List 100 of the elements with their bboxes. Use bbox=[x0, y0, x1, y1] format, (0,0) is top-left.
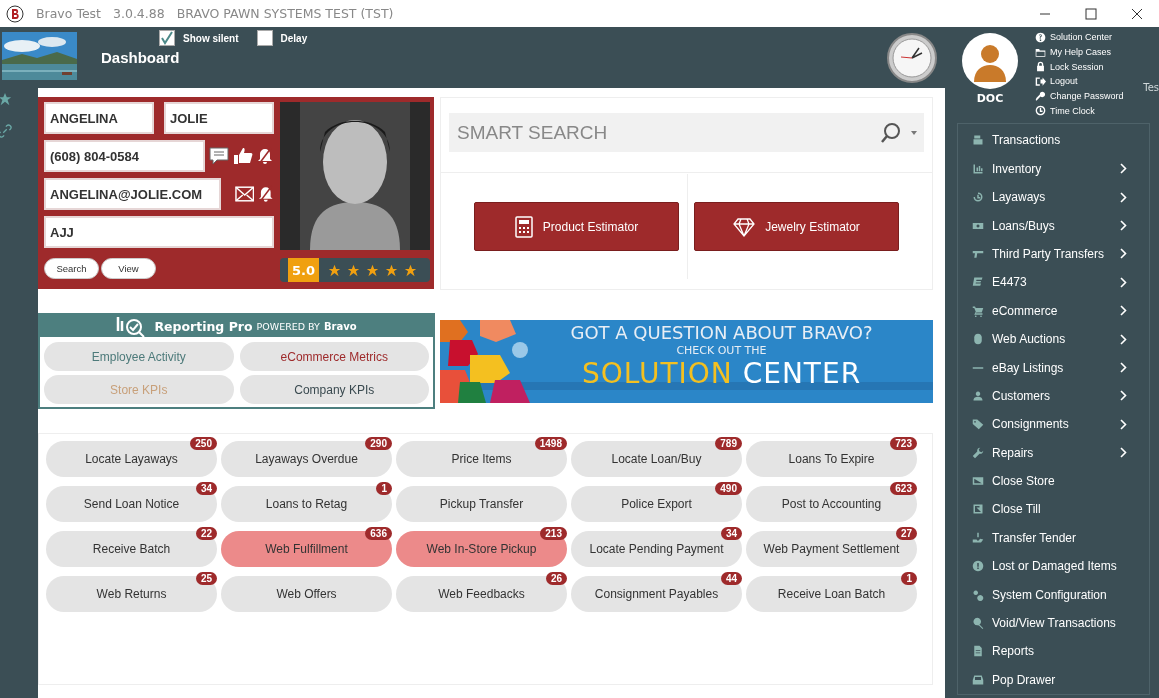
last-name-field[interactable]: JOLIE bbox=[164, 102, 274, 134]
app-logo-icon bbox=[6, 4, 24, 23]
star-icon bbox=[404, 263, 418, 277]
report-button[interactable]: Employee Activity bbox=[44, 342, 234, 371]
logout-icon bbox=[1035, 75, 1046, 87]
document-icon bbox=[972, 645, 984, 658]
user-menu-link[interactable]: Time Clock bbox=[1035, 103, 1124, 119]
star-icon bbox=[366, 263, 380, 277]
count-badge: 250 bbox=[190, 437, 217, 450]
menu-item[interactable]: Void/View Transactions bbox=[958, 608, 1149, 638]
drawer-icon bbox=[972, 673, 984, 686]
product-estimator-button[interactable]: Product Estimator bbox=[474, 202, 679, 251]
clock-icon bbox=[887, 32, 937, 83]
user-menu-link[interactable]: My Help Cases bbox=[1035, 44, 1124, 60]
muted-bell-icon[interactable] bbox=[258, 185, 274, 203]
banner-headline: GOT A QUESTION ABOUT BRAVO? bbox=[570, 322, 873, 344]
task-button[interactable]: Pickup Transfer bbox=[396, 486, 567, 522]
count-badge: 213 bbox=[540, 527, 567, 540]
menu-item[interactable]: Layaways bbox=[958, 182, 1149, 212]
search-button[interactable]: Search bbox=[44, 258, 99, 279]
initials-field[interactable]: AJJ bbox=[44, 216, 274, 248]
phone-field[interactable]: (608) 804-0584 bbox=[44, 140, 205, 172]
menu-item[interactable]: Transactions bbox=[958, 126, 1149, 155]
menu-item[interactable]: Third Party Transfers bbox=[958, 239, 1149, 269]
star-icon[interactable] bbox=[0, 92, 12, 106]
smart-search-field[interactable]: SMART SEARCH bbox=[455, 120, 872, 145]
question-icon bbox=[1035, 31, 1046, 43]
rating-score: 5.0 bbox=[288, 258, 320, 282]
till-icon bbox=[972, 503, 984, 516]
task-button[interactable]: Web Offers bbox=[221, 576, 392, 612]
menu-item[interactable]: Customers bbox=[958, 381, 1149, 411]
menu-item[interactable]: Loans/Buys bbox=[958, 211, 1149, 240]
muted-bell-icon[interactable] bbox=[257, 147, 273, 165]
store-icon bbox=[972, 475, 984, 488]
count-badge: 636 bbox=[365, 527, 392, 540]
wrench-icon bbox=[972, 446, 984, 459]
alert-icon bbox=[972, 560, 984, 573]
count-badge: 1 bbox=[376, 482, 392, 495]
menu-item[interactable]: eBay Listings bbox=[958, 353, 1149, 382]
menu-item[interactable]: System Configuration bbox=[958, 580, 1149, 609]
count-badge: 26 bbox=[545, 572, 567, 585]
user-menu-link[interactable]: Logout bbox=[1035, 74, 1124, 89]
user-menu-link[interactable]: Solution Center bbox=[1035, 30, 1124, 45]
count-badge: 623 bbox=[890, 482, 917, 495]
menu-item[interactable]: Close Till bbox=[958, 495, 1149, 524]
key-icon bbox=[1035, 90, 1046, 102]
star-icon bbox=[328, 263, 342, 277]
menu-item[interactable]: Reports bbox=[958, 637, 1149, 666]
count-badge: 723 bbox=[890, 437, 917, 450]
cart-icon bbox=[972, 304, 984, 317]
search-field[interactable]: SMART SEARCH bbox=[449, 113, 924, 152]
page-title: Dashboard bbox=[101, 49, 181, 66]
report-button[interactable]: Company KPIs bbox=[239, 375, 429, 404]
report-button[interactable]: eCommerce Metrics bbox=[239, 342, 429, 371]
menu-item[interactable]: eCommerce bbox=[958, 296, 1149, 325]
star-icon bbox=[385, 263, 399, 277]
chart-icon bbox=[972, 162, 984, 175]
thumbs-up-icon[interactable] bbox=[233, 147, 253, 165]
first-name-field[interactable]: ANGELINA bbox=[44, 102, 154, 134]
envelope-icon[interactable] bbox=[235, 186, 255, 202]
register-icon bbox=[972, 134, 984, 147]
menu-item[interactable]: Close Store bbox=[958, 466, 1149, 496]
user-menu-link[interactable]: Change Password bbox=[1035, 88, 1124, 104]
email-field[interactable]: ANGELINA@JOLIE.COM bbox=[44, 178, 222, 210]
view-button[interactable]: View bbox=[101, 258, 156, 279]
solution-center-banner[interactable]: GOT A QUESTION ABOUT BRAVO? CHECK OUT THE SOLUTION CENTER bbox=[440, 320, 933, 403]
menu-item[interactable]: Transfer Tender bbox=[958, 523, 1149, 553]
checkbox-label: Delay bbox=[280, 32, 308, 44]
maximize-icon[interactable] bbox=[1085, 7, 1097, 20]
user-menu-link[interactable]: Lock Session bbox=[1035, 59, 1124, 75]
menu-item[interactable]: Consignments bbox=[958, 410, 1149, 439]
close-icon[interactable] bbox=[1131, 7, 1143, 20]
caret-icon[interactable] bbox=[910, 129, 918, 136]
checkbox[interactable] bbox=[256, 30, 273, 46]
calculator-icon bbox=[514, 215, 533, 238]
menu-item[interactable]: Inventory bbox=[958, 154, 1149, 183]
link-icon[interactable] bbox=[0, 124, 12, 138]
message-icon[interactable] bbox=[209, 147, 229, 165]
menu-item[interactable]: Web Auctions bbox=[958, 324, 1149, 354]
search-icon[interactable] bbox=[880, 121, 902, 144]
count-badge: 44 bbox=[720, 572, 742, 585]
window-title: Bravo Test bbox=[36, 6, 101, 21]
menu-item[interactable]: Pop Drawer bbox=[958, 665, 1149, 694]
count-badge: 490 bbox=[715, 482, 742, 495]
search-icon bbox=[972, 617, 984, 629]
count-badge: 27 bbox=[895, 527, 917, 540]
checkbox[interactable] bbox=[159, 30, 175, 46]
jewelry-estimator-button[interactable]: Jewelry Estimator bbox=[694, 202, 899, 251]
user-icon bbox=[972, 389, 984, 402]
menu-item[interactable]: Lost or Damaged Items bbox=[958, 552, 1149, 581]
count-badge: 290 bbox=[365, 437, 392, 450]
hand-icon bbox=[972, 531, 984, 544]
form-icon bbox=[972, 276, 984, 289]
diamond-icon bbox=[733, 216, 756, 237]
avatar[interactable] bbox=[961, 32, 1019, 90]
menu-item[interactable]: Repairs bbox=[958, 438, 1149, 467]
menu-item[interactable]: E4473 bbox=[958, 268, 1149, 297]
banner-title: CENTER bbox=[742, 357, 862, 390]
window-subtitle: BRAVO PAWN SYSTEMS TEST (TST) bbox=[176, 6, 394, 21]
mouse-icon bbox=[972, 333, 984, 346]
